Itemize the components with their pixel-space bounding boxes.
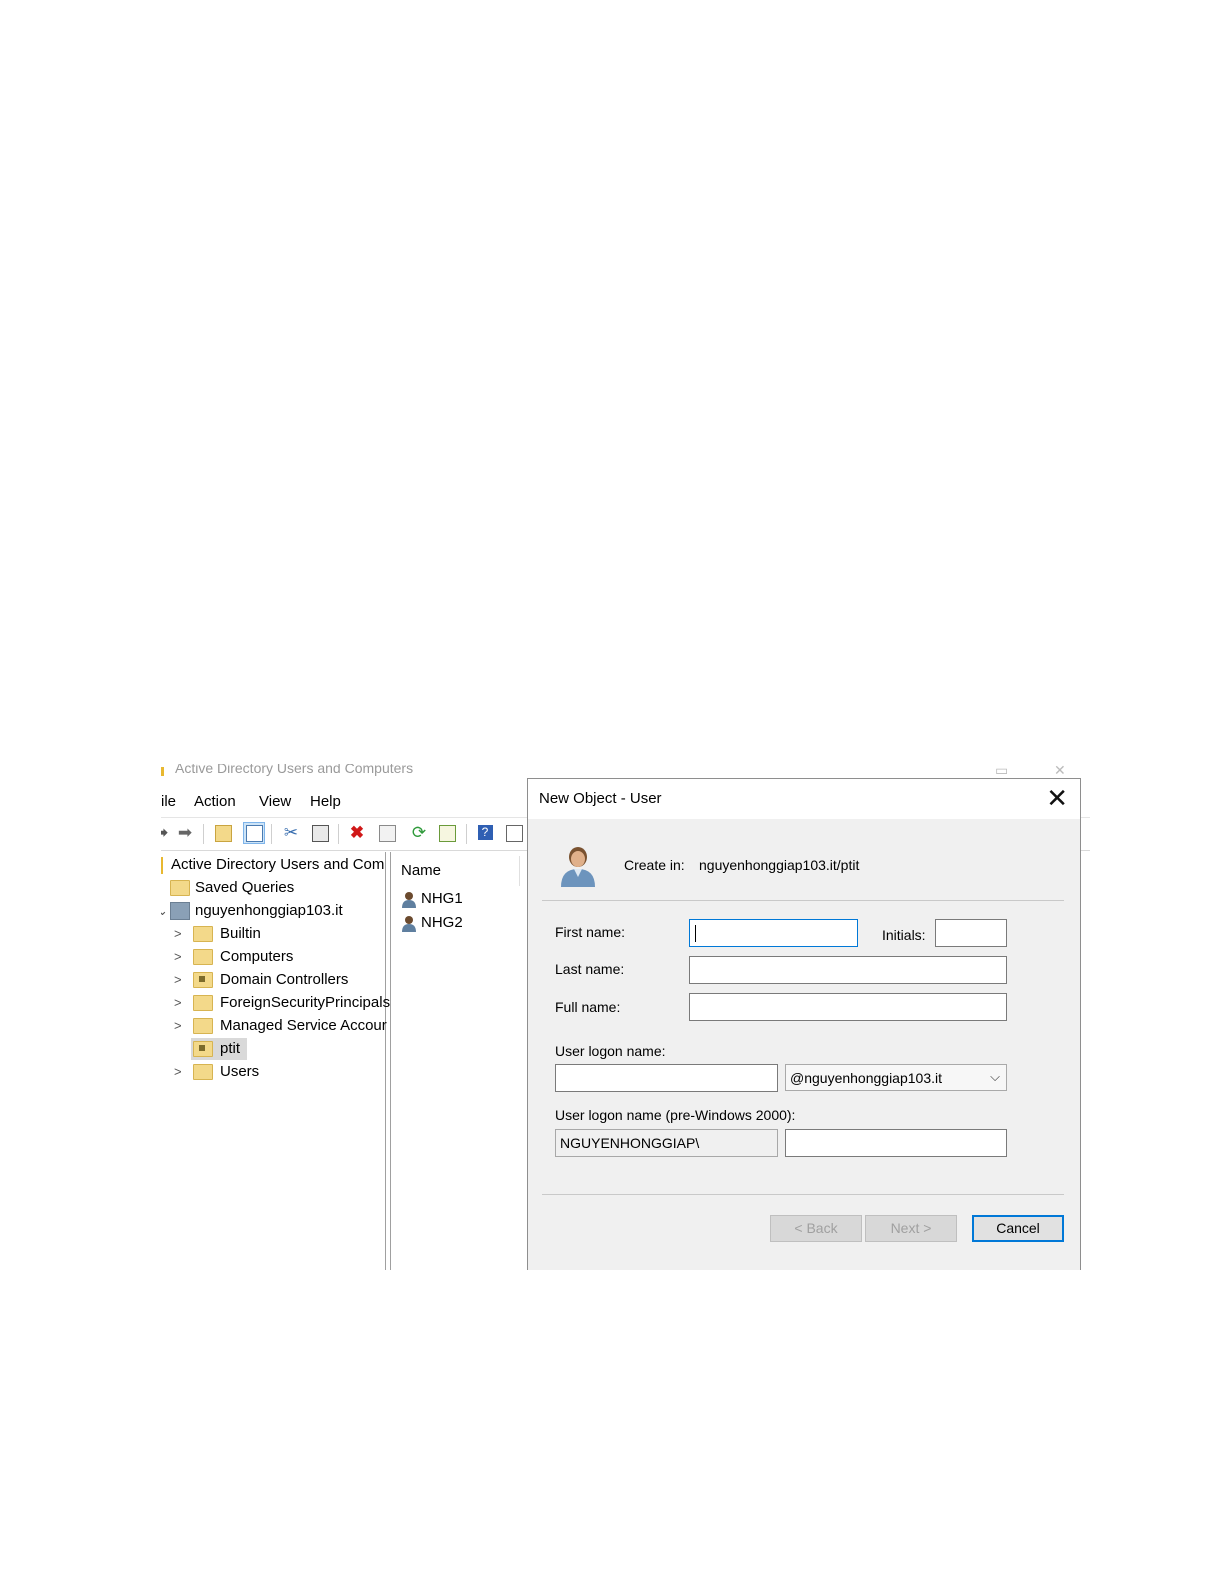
- up-folder-icon[interactable]: [213, 823, 233, 843]
- chevron-right-icon[interactable]: >: [174, 1018, 182, 1033]
- upn-suffix-select[interactable]: @nguyenhonggiap103.it ⌵: [785, 1064, 1007, 1091]
- initials-label: Initials:: [882, 927, 926, 943]
- tree-item-label: nguyenhonggiap103.it: [195, 902, 343, 919]
- snapin-icon: [161, 857, 163, 874]
- menu-help[interactable]: Help: [310, 793, 341, 810]
- initials-field[interactable]: [935, 919, 1007, 947]
- forward-arrow-icon[interactable]: ➡: [175, 823, 195, 843]
- toolbar-separator: [203, 824, 204, 844]
- paste-icon[interactable]: [310, 823, 330, 843]
- help-icon[interactable]: ?: [475, 823, 495, 843]
- close-icon[interactable]: ✕: [1046, 784, 1068, 812]
- next-button[interactable]: Next >: [865, 1215, 957, 1242]
- folder-icon: [170, 880, 190, 896]
- tree-item-label: Saved Queries: [195, 879, 295, 896]
- first-name-label: First name:: [555, 924, 626, 940]
- mmc-window-title: Active Directory Users and Computers: [175, 764, 414, 776]
- divider: [542, 1194, 1064, 1195]
- pre-windows-2000-label: User logon name (pre-Windows 2000):: [555, 1107, 796, 1123]
- dialog-titlebar: New Object - User ✕: [528, 779, 1080, 819]
- dialog-title: New Object - User: [539, 790, 662, 807]
- results-pane: Name NHG1 NHG2: [390, 852, 531, 1270]
- export-list-icon[interactable]: [437, 823, 457, 843]
- screenshot-region: Active Directory Users and Computers ▭ ✕…: [161, 764, 1090, 1270]
- last-name-field[interactable]: [689, 956, 1007, 984]
- folder-icon: [193, 995, 213, 1011]
- first-name-field[interactable]: [689, 919, 858, 947]
- upn-suffix-value: @nguyenhonggiap103.it: [790, 1070, 943, 1086]
- cut-icon[interactable]: ✂: [281, 823, 301, 843]
- chevron-down-icon[interactable]: ⌄: [161, 903, 168, 919]
- full-name-label: Full name:: [555, 999, 621, 1015]
- maximize-icon[interactable]: ▭: [995, 764, 1008, 777]
- column-divider[interactable]: [519, 856, 520, 886]
- tree-item-label: Builtin: [220, 925, 261, 942]
- folder-icon: [193, 949, 213, 965]
- tree-item-label: Managed Service Accour: [220, 1017, 387, 1034]
- tree-item-label: ptit: [220, 1040, 241, 1057]
- ou-folder-icon: [193, 1041, 213, 1057]
- user-logon-name-field[interactable]: [555, 1064, 778, 1092]
- tree-item-ptit[interactable]: ptit: [161, 1038, 385, 1060]
- column-header-name[interactable]: Name: [401, 862, 441, 879]
- back-button[interactable]: < Back: [770, 1215, 862, 1242]
- list-item-label: NHG2: [421, 914, 463, 931]
- refresh-icon[interactable]: ⟳: [409, 823, 429, 843]
- folder-icon: [193, 1064, 213, 1080]
- folder-icon: [193, 1018, 213, 1034]
- tree-item-label: Users: [220, 1063, 260, 1080]
- pre-windows-2000-domain-field: NGUYENHONGGIAP\: [555, 1129, 778, 1157]
- text-caret: [695, 925, 696, 942]
- close-icon[interactable]: ✕: [1054, 764, 1066, 777]
- pre-windows-2000-domain-value: NGUYENHONGGIAP\: [560, 1135, 700, 1151]
- user-icon: [402, 892, 416, 908]
- console-tree: Active Directory Users and Com Saved Que…: [161, 852, 390, 1270]
- delete-icon[interactable]: ✖: [347, 823, 367, 843]
- show-tree-icon[interactable]: [243, 822, 265, 844]
- toolbar-separator: [466, 824, 467, 844]
- menu-action[interactable]: Action: [194, 793, 236, 810]
- menu-file[interactable]: ile: [161, 793, 176, 810]
- chevron-right-icon[interactable]: >: [174, 926, 182, 941]
- pre-windows-2000-name-field[interactable]: [785, 1129, 1007, 1157]
- list-item-label: NHG1: [421, 890, 463, 907]
- folder-icon: [193, 926, 213, 942]
- tree-item-label: Domain Controllers: [220, 971, 349, 988]
- chevron-down-icon: ⌵: [990, 1069, 1000, 1084]
- chevron-right-icon[interactable]: >: [174, 1064, 182, 1079]
- ou-folder-icon: [193, 972, 213, 988]
- user-icon: [402, 916, 416, 932]
- full-name-field[interactable]: [689, 993, 1007, 1021]
- create-in-label: Create in:: [624, 857, 685, 873]
- cancel-button[interactable]: Cancel: [972, 1215, 1064, 1242]
- new-user-dialog: New Object - User ✕ Create in: nguyenhon…: [527, 778, 1081, 1270]
- divider: [542, 900, 1064, 901]
- user-icon: [561, 847, 595, 887]
- tree-item-label: ForeignSecurityPrincipals: [220, 994, 391, 1011]
- tree-item-label: Active Directory Users and Com: [171, 856, 385, 873]
- toolbar-separator: [338, 824, 339, 844]
- chevron-right-icon[interactable]: >: [174, 972, 182, 987]
- last-name-label: Last name:: [555, 961, 625, 977]
- chevron-right-icon[interactable]: >: [174, 949, 182, 964]
- action-pane-icon[interactable]: [504, 823, 524, 843]
- properties-icon[interactable]: [377, 823, 397, 843]
- app-icon: [161, 767, 164, 776]
- domain-icon: [170, 902, 190, 920]
- toolbar-separator: [271, 824, 272, 844]
- tree-item-label: Computers: [220, 948, 294, 965]
- chevron-right-icon[interactable]: >: [174, 995, 182, 1010]
- user-logon-name-label: User logon name:: [555, 1043, 666, 1059]
- back-arrow-icon[interactable]: ➡: [161, 823, 171, 843]
- create-in-path: nguyenhonggiap103.it/ptit: [699, 857, 860, 873]
- menu-view[interactable]: View: [259, 793, 291, 810]
